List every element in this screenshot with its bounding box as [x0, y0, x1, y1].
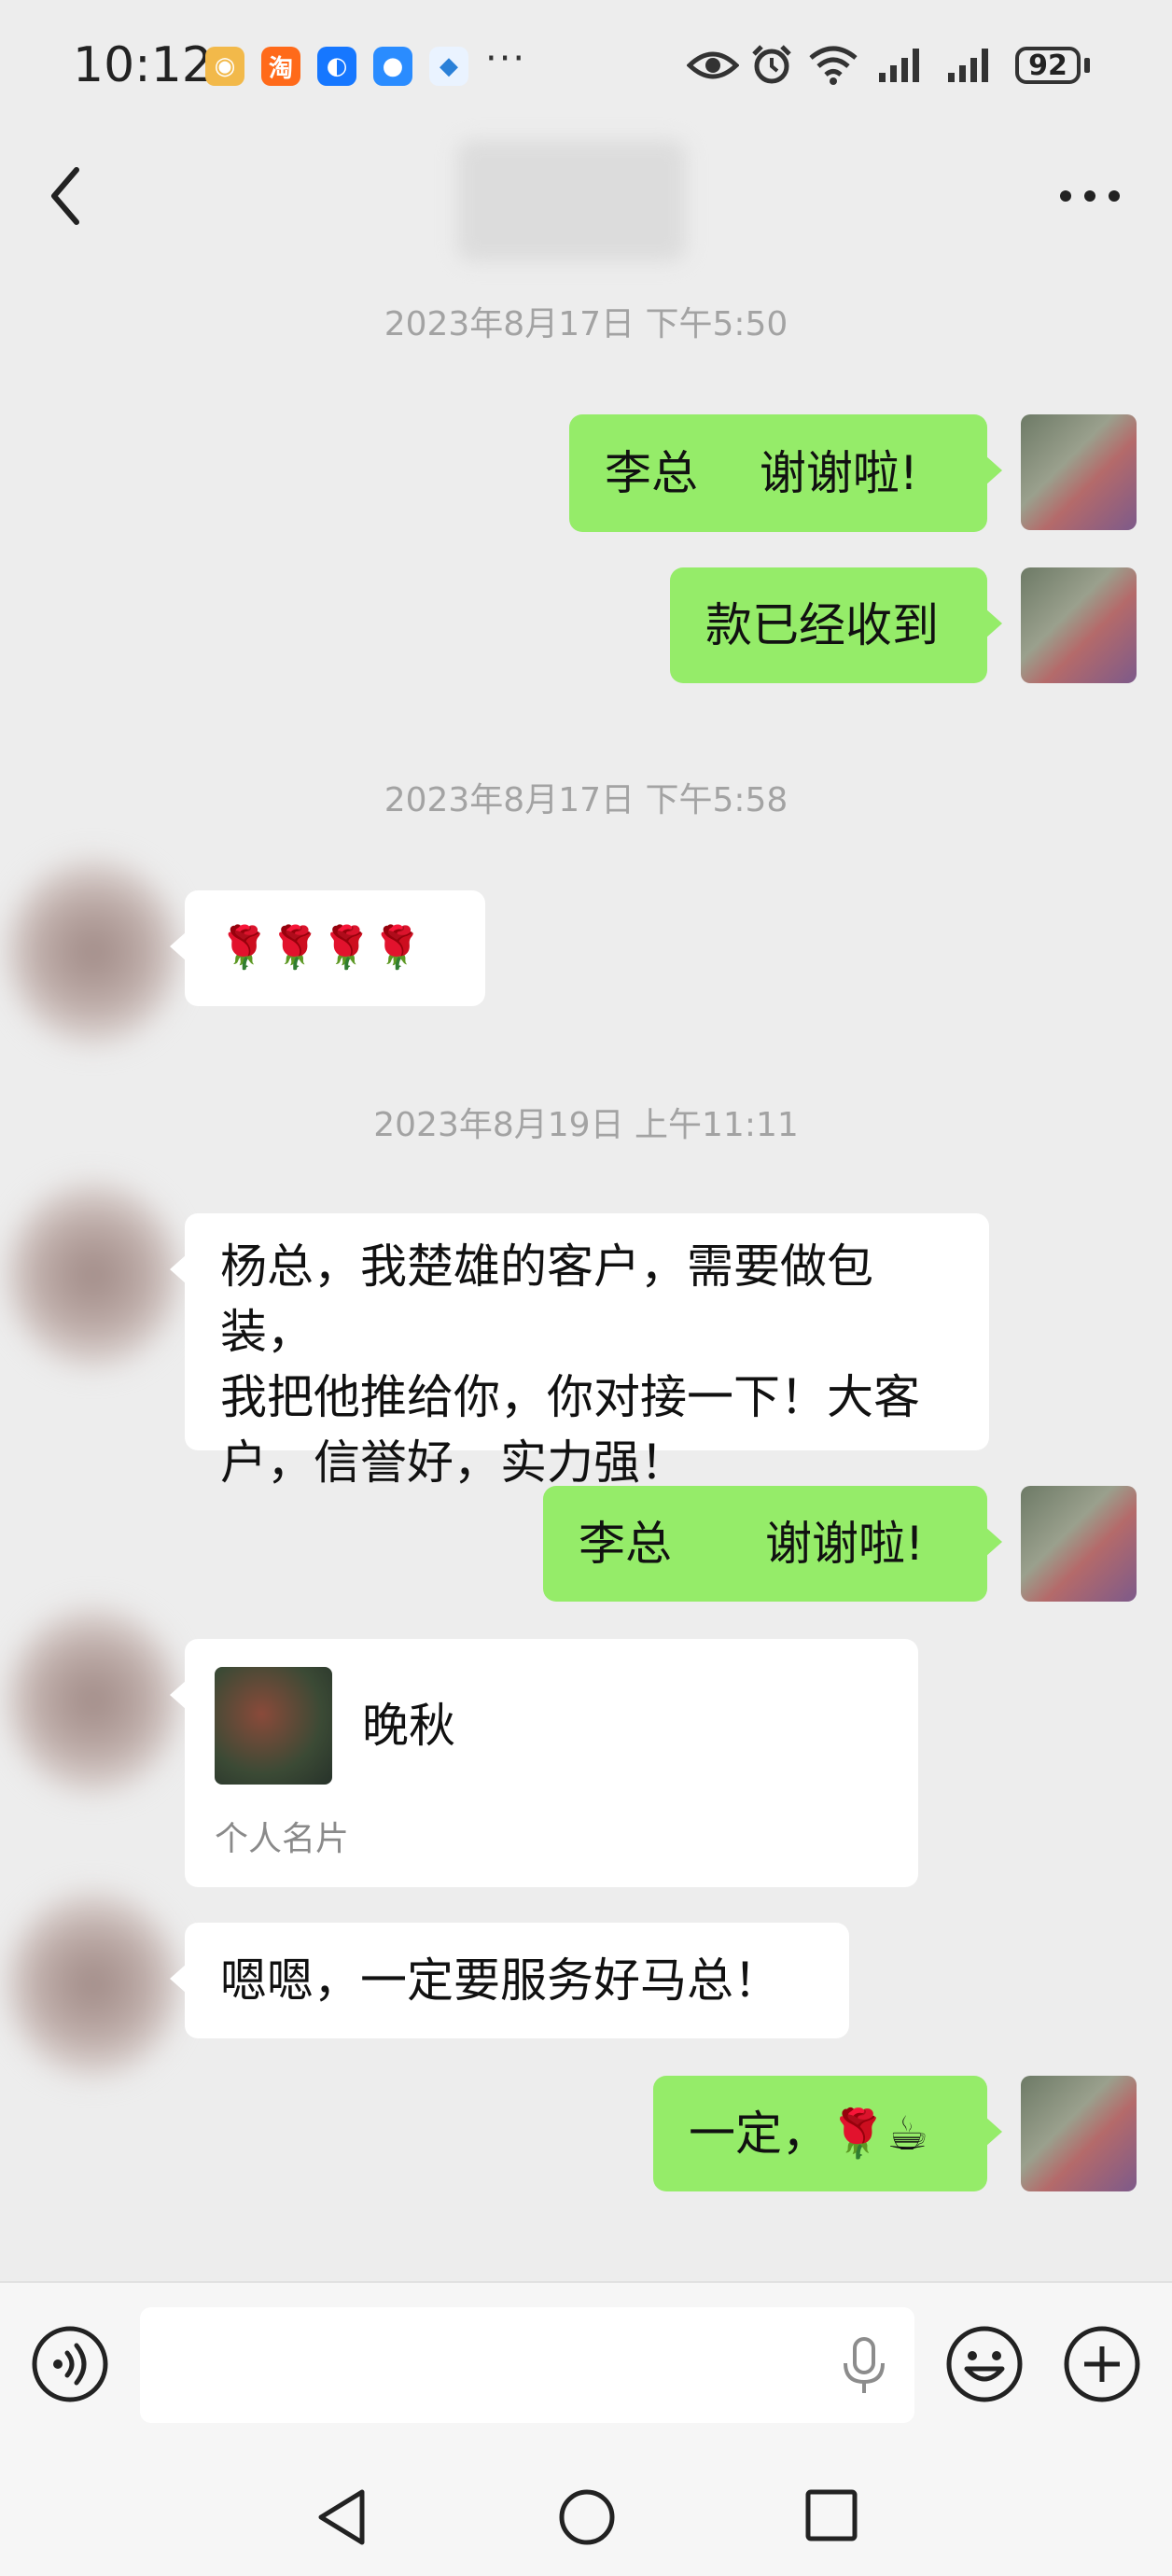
my-avatar[interactable]	[1021, 414, 1137, 530]
contact-card-label: 个人名片	[215, 1820, 350, 1858]
weibo-icon: ◉	[205, 47, 244, 86]
message-bubble-outgoing[interactable]: 李总 谢谢啦!	[543, 1486, 1002, 1602]
wifi-icon	[809, 46, 858, 85]
alarm-icon	[752, 45, 791, 84]
message-bubble-outgoing[interactable]: 一定，🌹☕	[653, 2076, 1002, 2191]
taobao-icon: 淘	[261, 47, 300, 86]
contact-card[interactable]: 晚秋 个人名片	[170, 1639, 918, 1887]
plus-icon[interactable]	[1062, 2324, 1142, 2404]
message-text: 李总 谢谢啦!	[579, 1517, 925, 1571]
message-text-line: 杨总，我楚雄的客户，需要做包装，	[220, 1239, 873, 1359]
contact-card-name: 晚秋	[362, 1699, 455, 1753]
chat-title-blurred	[457, 140, 686, 261]
chevron-left-icon[interactable]	[37, 159, 93, 233]
battery-tip	[1084, 58, 1090, 73]
message-bubble-outgoing[interactable]: 款已经收到	[670, 567, 1002, 683]
battery-indicator: 92	[1015, 47, 1081, 84]
message-bubble-incoming[interactable]: 🌹🌹🌹🌹	[170, 890, 485, 1006]
message-text: 款已经收到	[705, 598, 939, 652]
message-text: 🌹🌹🌹🌹	[218, 924, 424, 972]
timestamp: 2023年8月17日 下午5:58	[384, 781, 788, 819]
contact-card-avatar	[215, 1667, 332, 1785]
timestamp: 2023年8月19日 上午11:11	[373, 1106, 799, 1144]
contact-avatar[interactable]	[7, 1891, 179, 2078]
message-bubble-incoming[interactable]: 嗯嗯，一定要服务好马总！	[170, 1923, 849, 2038]
emoji-icon[interactable]	[944, 2324, 1025, 2404]
message-text: 李总 谢谢啦!	[605, 446, 918, 500]
message-input[interactable]	[140, 2307, 914, 2423]
nav-recents-icon[interactable]	[802, 2486, 860, 2544]
contact-avatar[interactable]	[7, 1182, 179, 1368]
browser-icon: ◆	[429, 47, 468, 86]
timestamp: 2023年8月17日 下午5:50	[384, 305, 788, 343]
status-time: 10:12	[73, 37, 213, 93]
my-avatar[interactable]	[1021, 2076, 1137, 2191]
message-text: 一定，🌹☕	[689, 2107, 929, 2161]
nav-back-icon[interactable]	[314, 2486, 370, 2548]
signal-icon-2	[948, 49, 988, 82]
status-bar: 10:12 ◉ 淘 ◐ ● ◆ ··· 92	[0, 0, 1172, 131]
signal-icon	[879, 49, 919, 82]
contact-avatar[interactable]	[7, 859, 179, 1045]
eye-icon	[687, 51, 739, 79]
my-avatar[interactable]	[1021, 567, 1137, 683]
message-bubble-outgoing[interactable]: 李总 谢谢啦!	[569, 414, 1002, 532]
more-notifications-indicator: ···	[485, 37, 527, 80]
more-horizontal-icon[interactable]	[1053, 177, 1127, 215]
nav-home-icon[interactable]	[556, 2486, 618, 2548]
contact-avatar[interactable]	[7, 1607, 179, 1794]
message-text-line: 我把他推给你，你对接一下！大客	[220, 1370, 920, 1424]
voice-mode-icon[interactable]	[30, 2324, 110, 2404]
message-bubble-incoming[interactable]: 杨总，我楚雄的客户，需要做包装， 我把他推给你，你对接一下！大客 户，信誉好，实…	[170, 1213, 989, 1490]
my-avatar[interactable]	[1021, 1486, 1137, 1602]
chat-icon: ●	[373, 47, 412, 86]
microphone-icon[interactable]	[840, 2335, 888, 2397]
message-text: 嗯嗯，一定要服务好马总！	[220, 1953, 780, 2008]
alipay-icon: ◐	[317, 47, 356, 86]
